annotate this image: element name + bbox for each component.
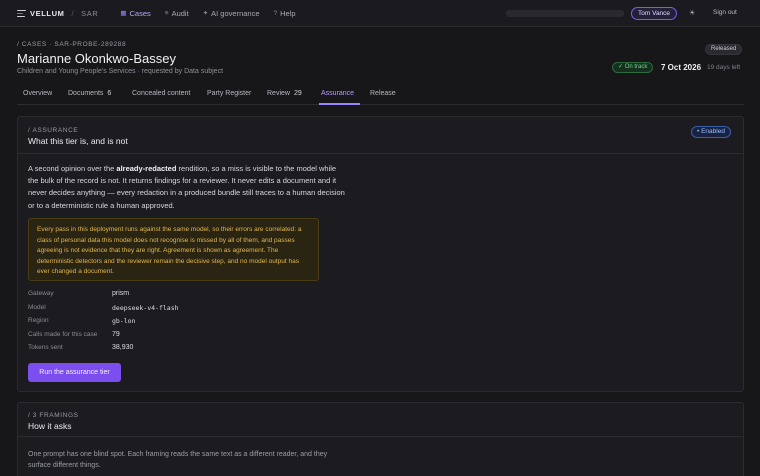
sparkle-icon: ✦: [202, 10, 209, 17]
on-track-badge: ✓ On track: [612, 62, 654, 73]
assurance-description: A second opinion over the already-redact…: [28, 164, 345, 210]
review-count: 29: [293, 90, 302, 97]
theme-toggle-icon[interactable]: ☀: [689, 9, 695, 17]
active-tab-indicator: [319, 103, 360, 105]
nav-ai-governance[interactable]: ✦ AI governance: [203, 9, 260, 18]
grid-icon: ▦: [120, 10, 127, 17]
nav-cases[interactable]: ▦ Cases: [120, 9, 150, 18]
framings-card: / 3 FRAMINGS How it asks One prompt has …: [17, 402, 744, 476]
run-assurance-button[interactable]: Run the assurance tier: [28, 363, 121, 382]
framings-kicker: / 3 FRAMINGS: [28, 412, 79, 419]
tab-party-register[interactable]: Party Register: [207, 90, 251, 97]
list-icon: ≡: [164, 9, 169, 17]
documents-count: 6: [107, 90, 112, 97]
tab-release[interactable]: Release: [370, 90, 396, 97]
section-kicker: / ASSURANCE: [28, 127, 79, 134]
brand[interactable]: VELLUM / SAR: [17, 9, 98, 18]
correlation-warning: Every pass in this deployment runs again…: [28, 218, 319, 281]
framings-description: One prompt has one blind spot. Each fram…: [28, 451, 328, 470]
framings-title: How it asks: [28, 421, 72, 431]
case-tabs: Overview Documents 6 Concealed content Pa…: [17, 86, 744, 105]
status-badge: Released: [705, 44, 743, 55]
due-date: 7 Oct 2026: [661, 63, 702, 72]
tab-review[interactable]: Review 29: [267, 90, 302, 97]
tab-overview[interactable]: Overview: [23, 90, 52, 97]
vellum-logo-icon: [17, 9, 26, 17]
tab-assurance[interactable]: Assurance: [321, 90, 354, 97]
assurance-card-header: / ASSURANCE What this tier is, and is no…: [18, 117, 743, 154]
tab-concealed-content[interactable]: Concealed content: [132, 90, 190, 97]
nav-help[interactable]: ? Help: [274, 9, 296, 18]
redacted-search-bar: [506, 10, 624, 17]
tab-documents[interactable]: Documents 6: [68, 90, 111, 97]
breadcrumb: / CASES · SAR-PROBE-289288: [17, 41, 127, 48]
user-menu[interactable]: Tom Vance: [631, 7, 678, 20]
sign-out-link[interactable]: Sign out: [713, 9, 737, 16]
brand-section: SAR: [81, 8, 99, 18]
enabled-badge: • Enabled: [691, 126, 731, 138]
help-icon: ?: [273, 9, 278, 17]
section-title: What this tier is, and is not: [28, 136, 128, 146]
page-title: Marianne Okonkwo-Bassey: [17, 51, 176, 66]
assurance-card: / ASSURANCE What this tier is, and is no…: [17, 116, 744, 392]
days-left: 19 days left: [707, 64, 741, 71]
brand-name: VELLUM: [30, 8, 65, 18]
nav-audit[interactable]: ≡ Audit: [165, 9, 189, 18]
main-nav: ▦ Cases ≡ Audit ✦ AI governance ? Help: [120, 9, 295, 18]
framings-card-header: / 3 FRAMINGS How it asks: [18, 403, 743, 437]
case-subtitle: Children and Young People's Services · r…: [17, 68, 224, 75]
